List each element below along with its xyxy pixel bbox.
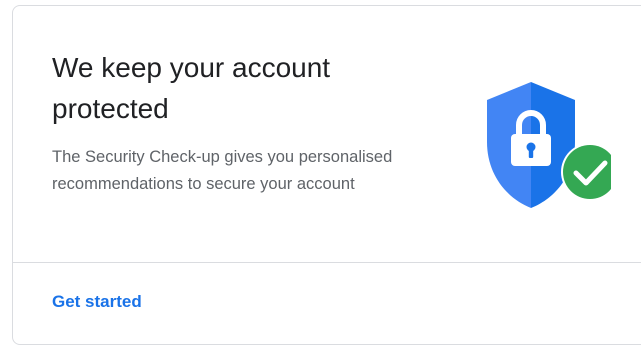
- card-title: We keep your account protected: [52, 52, 331, 124]
- card-divider: [13, 262, 641, 263]
- get-started-link[interactable]: Get started: [52, 292, 142, 312]
- card-description: The Security Check-up gives you personal…: [52, 148, 393, 193]
- security-checkup-card: We keep your account protected The Secur…: [12, 5, 641, 345]
- shield-lock-check-icon: [487, 82, 611, 208]
- keyhole-slot: [528, 148, 534, 158]
